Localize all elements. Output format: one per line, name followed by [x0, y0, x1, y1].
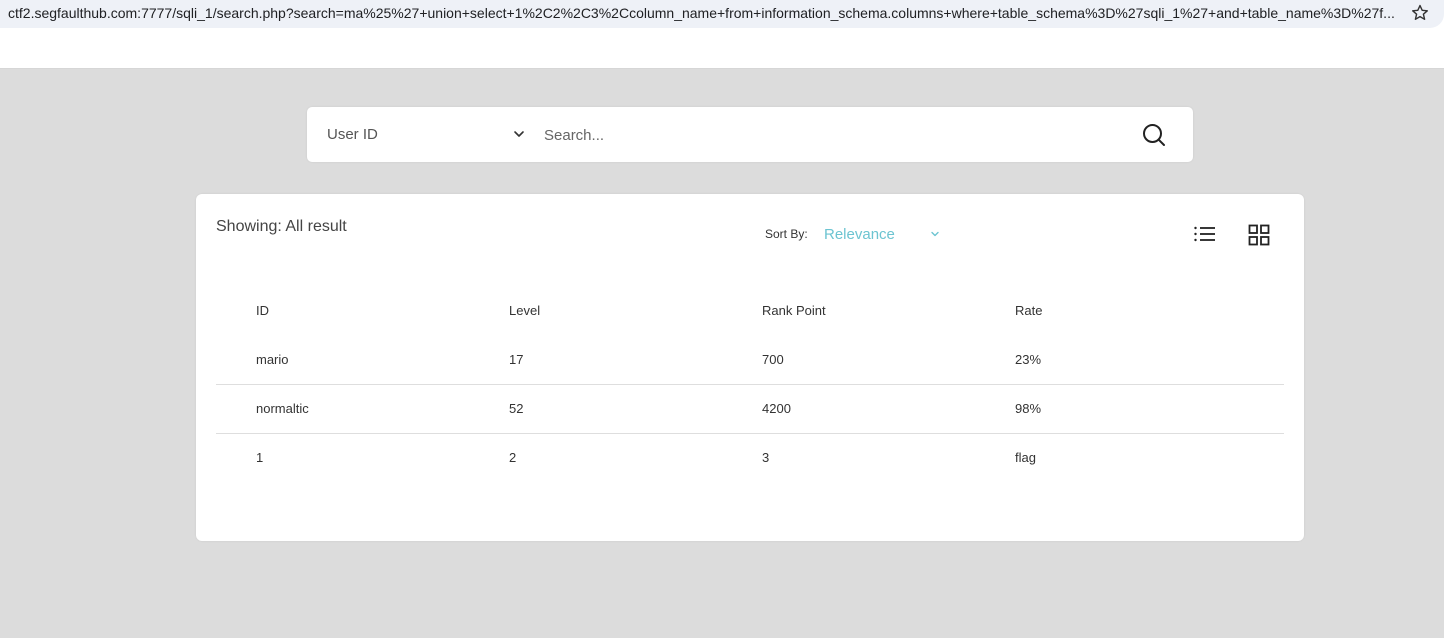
list-view-icon[interactable]	[1193, 224, 1217, 246]
url-text[interactable]: ctf2.segfaulthub.com:7777/sqli_1/search.…	[8, 4, 1406, 22]
sort-by-label: Sort By:	[765, 227, 808, 241]
chevron-down-icon	[931, 231, 939, 237]
table-row: mario 17 700 23%	[216, 335, 1284, 384]
sort-by-value: Relevance	[824, 226, 895, 243]
results-table: ID Level Rank Point Rate mario 17 700 23…	[216, 286, 1284, 482]
table-cell: mario	[256, 351, 289, 367]
search-filter-value: User ID	[327, 126, 378, 143]
grid-view-icon[interactable]	[1248, 224, 1270, 246]
star-icon[interactable]	[1410, 3, 1430, 23]
column-header-id[interactable]: ID	[216, 286, 469, 335]
table-row: 1 2 3 flag	[216, 433, 1284, 482]
table-cell: 4200	[762, 401, 791, 416]
table-row: normaltic 52 4200 98%	[216, 384, 1284, 433]
page-header-strip	[0, 29, 1444, 69]
table-cell: 17	[509, 351, 524, 367]
column-header-level[interactable]: Level	[469, 286, 722, 335]
search-bar: User ID	[307, 107, 1193, 162]
address-bar[interactable]: ctf2.segfaulthub.com:7777/sqli_1/search.…	[0, 0, 1444, 28]
column-header-rate[interactable]: Rate	[975, 286, 1284, 335]
table-cell: 52	[509, 401, 524, 416]
search-icon[interactable]	[1141, 122, 1167, 148]
sort-by-select[interactable]: Relevance	[824, 224, 944, 246]
table-cell: 700	[762, 351, 784, 367]
column-header-rank-point[interactable]: Rank Point	[722, 286, 975, 335]
results-card: Showing: All result Sort By: Relevance I…	[196, 194, 1304, 541]
table-cell: 23%	[1015, 351, 1042, 367]
showing-count-label: Showing: All result	[216, 218, 347, 235]
table-cell: 1	[256, 450, 264, 466]
table-cell: flag	[1015, 450, 1036, 466]
table-header-row: ID Level Rank Point Rate	[216, 286, 1284, 335]
search-input[interactable]	[544, 121, 1124, 149]
table-cell: 2	[509, 450, 517, 466]
search-filter-select[interactable]: User ID	[307, 107, 537, 162]
table-cell: normaltic	[256, 401, 309, 416]
browser-toolbar: ctf2.segfaulthub.com:7777/sqli_1/search.…	[0, 0, 1444, 29]
table-cell: 3	[762, 450, 770, 466]
chevron-down-icon	[514, 131, 524, 137]
table-cell: 98%	[1015, 401, 1042, 416]
